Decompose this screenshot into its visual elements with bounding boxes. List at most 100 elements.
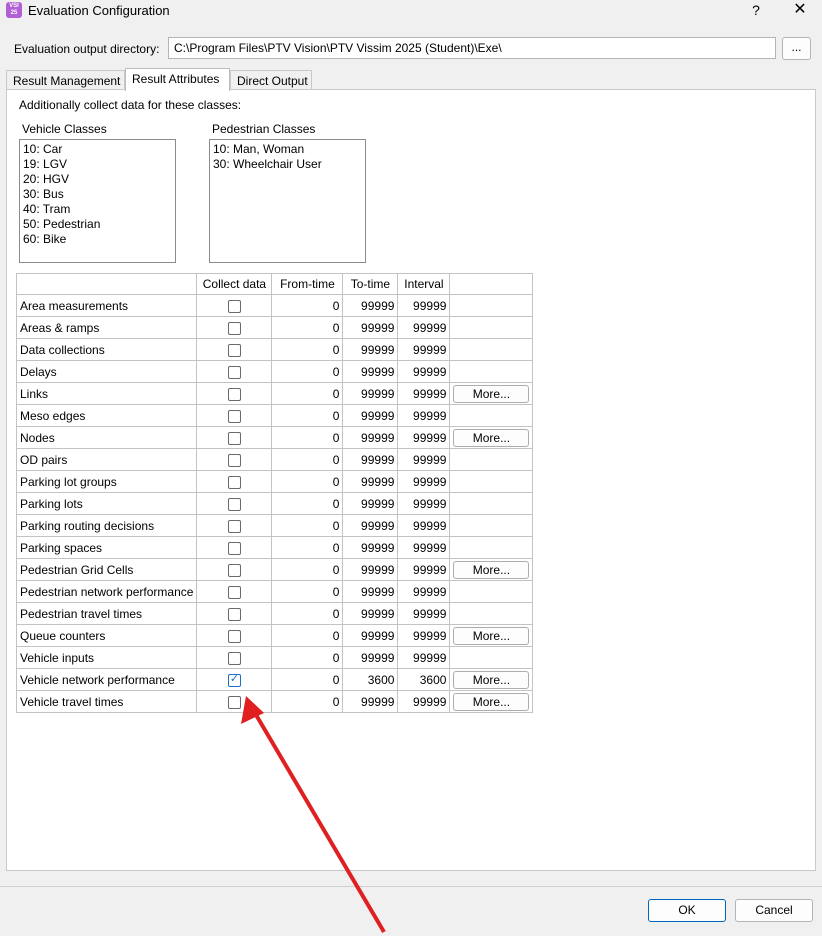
interval-cell[interactable]: 99999 <box>397 404 451 427</box>
interval-cell[interactable]: 99999 <box>397 580 451 603</box>
collect-data-checkbox[interactable] <box>227 475 241 489</box>
interval-cell[interactable]: 99999 <box>397 470 451 493</box>
collect-data-checkbox[interactable] <box>227 563 241 577</box>
vehicle-class-item[interactable]: 10: Car <box>23 142 172 157</box>
interval-cell[interactable]: 99999 <box>397 646 451 669</box>
from-time-cell[interactable]: 0 <box>271 624 344 647</box>
header-from-time[interactable]: From-time <box>271 273 344 295</box>
from-time-cell[interactable]: 0 <box>271 404 344 427</box>
from-time-cell[interactable]: 0 <box>271 360 344 383</box>
to-time-cell[interactable]: 99999 <box>342 536 399 559</box>
from-time-cell[interactable]: 0 <box>271 294 344 317</box>
more-button[interactable]: More... <box>453 626 530 645</box>
pedestrian-class-item[interactable]: 10: Man, Woman <box>213 142 362 157</box>
from-time-cell[interactable]: 0 <box>271 558 344 581</box>
collect-data-checkbox[interactable] <box>227 629 241 643</box>
to-time-cell[interactable]: 99999 <box>342 316 399 339</box>
interval-cell[interactable]: 99999 <box>397 690 451 713</box>
to-time-cell[interactable]: 3600 <box>342 668 399 691</box>
from-time-cell[interactable]: 0 <box>271 448 344 471</box>
more-button[interactable]: More... <box>453 560 530 579</box>
from-time-cell[interactable]: 0 <box>271 646 344 669</box>
collect-data-checkbox[interactable] <box>227 299 241 313</box>
from-time-cell[interactable]: 0 <box>271 668 344 691</box>
collect-data-checkbox[interactable] <box>227 651 241 665</box>
from-time-cell[interactable]: 0 <box>271 602 344 625</box>
tab-result-attributes[interactable]: Result Attributes <box>125 68 230 91</box>
collect-data-checkbox[interactable] <box>227 541 241 555</box>
interval-cell[interactable]: 99999 <box>397 294 451 317</box>
collect-data-checkbox[interactable] <box>227 453 241 467</box>
vehicle-class-item[interactable]: 20: HGV <box>23 172 172 187</box>
from-time-cell[interactable]: 0 <box>271 492 344 515</box>
to-time-cell[interactable]: 99999 <box>342 602 399 625</box>
interval-cell[interactable]: 99999 <box>397 448 451 471</box>
interval-cell[interactable]: 3600 <box>397 668 451 691</box>
to-time-cell[interactable]: 99999 <box>342 558 399 581</box>
output-dir-input[interactable] <box>168 37 776 59</box>
to-time-cell[interactable]: 99999 <box>342 382 399 405</box>
to-time-cell[interactable]: 99999 <box>342 448 399 471</box>
interval-cell[interactable]: 99999 <box>397 492 451 515</box>
more-button[interactable]: More... <box>453 692 530 711</box>
to-time-cell[interactable]: 99999 <box>342 690 399 713</box>
to-time-cell[interactable]: 99999 <box>342 492 399 515</box>
collect-data-checkbox[interactable] <box>227 387 241 401</box>
collect-data-checkbox[interactable] <box>227 343 241 357</box>
collect-data-checkbox[interactable] <box>227 321 241 335</box>
pedestrian-classes-list[interactable]: 10: Man, Woman 30: Wheelchair User <box>209 139 366 263</box>
collect-data-checkbox[interactable] <box>227 519 241 533</box>
from-time-cell[interactable]: 0 <box>271 514 344 537</box>
from-time-cell[interactable]: 0 <box>271 316 344 339</box>
interval-cell[interactable]: 99999 <box>397 536 451 559</box>
interval-cell[interactable]: 99999 <box>397 316 451 339</box>
header-to-time[interactable]: To-time <box>342 273 399 295</box>
more-button[interactable]: More... <box>453 428 530 447</box>
vehicle-class-item[interactable]: 19: LGV <box>23 157 172 172</box>
to-time-cell[interactable]: 99999 <box>342 360 399 383</box>
cancel-button[interactable]: Cancel <box>735 899 813 922</box>
close-button[interactable]: ✕ <box>780 0 820 22</box>
to-time-cell[interactable]: 99999 <box>342 624 399 647</box>
to-time-cell[interactable]: 99999 <box>342 514 399 537</box>
pedestrian-class-item[interactable]: 30: Wheelchair User <box>213 157 362 172</box>
interval-cell[interactable]: 99999 <box>397 558 451 581</box>
from-time-cell[interactable]: 0 <box>271 470 344 493</box>
tab-result-management[interactable]: Result Management <box>6 70 125 90</box>
from-time-cell[interactable]: 0 <box>271 426 344 449</box>
interval-cell[interactable]: 99999 <box>397 360 451 383</box>
interval-cell[interactable]: 99999 <box>397 382 451 405</box>
browse-button[interactable]: ... <box>782 37 811 60</box>
collect-data-checkbox[interactable] <box>227 672 241 687</box>
interval-cell[interactable]: 99999 <box>397 624 451 647</box>
interval-cell[interactable]: 99999 <box>397 514 451 537</box>
collect-data-checkbox[interactable] <box>227 585 241 599</box>
vehicle-classes-list[interactable]: 10: Car 19: LGV 20: HGV 30: Bus 40: Tram 50: … <box>19 139 176 263</box>
to-time-cell[interactable]: 99999 <box>342 426 399 449</box>
collect-data-checkbox[interactable] <box>227 431 241 445</box>
from-time-cell[interactable]: 0 <box>271 690 344 713</box>
to-time-cell[interactable]: 99999 <box>342 646 399 669</box>
to-time-cell[interactable]: 99999 <box>342 294 399 317</box>
to-time-cell[interactable]: 99999 <box>342 470 399 493</box>
to-time-cell[interactable]: 99999 <box>342 338 399 361</box>
collect-data-checkbox[interactable] <box>227 409 241 423</box>
help-button[interactable]: ? <box>736 0 776 22</box>
vehicle-class-item[interactable]: 50: Pedestrian <box>23 217 172 232</box>
from-time-cell[interactable]: 0 <box>271 382 344 405</box>
collect-data-checkbox[interactable] <box>227 695 241 709</box>
header-interval[interactable]: Interval <box>397 273 451 295</box>
interval-cell[interactable]: 99999 <box>397 602 451 625</box>
to-time-cell[interactable]: 99999 <box>342 404 399 427</box>
vehicle-class-item[interactable]: 40: Tram <box>23 202 172 217</box>
more-button[interactable]: More... <box>453 384 530 403</box>
more-button[interactable]: More... <box>453 670 530 689</box>
interval-cell[interactable]: 99999 <box>397 426 451 449</box>
vehicle-class-item[interactable]: 30: Bus <box>23 187 172 202</box>
tab-direct-output[interactable]: Direct Output <box>230 70 312 90</box>
header-collect-data[interactable]: Collect data <box>196 273 273 295</box>
collect-data-checkbox[interactable] <box>227 607 241 621</box>
to-time-cell[interactable]: 99999 <box>342 580 399 603</box>
vehicle-class-item[interactable]: 60: Bike <box>23 232 172 247</box>
collect-data-checkbox[interactable] <box>227 365 241 379</box>
